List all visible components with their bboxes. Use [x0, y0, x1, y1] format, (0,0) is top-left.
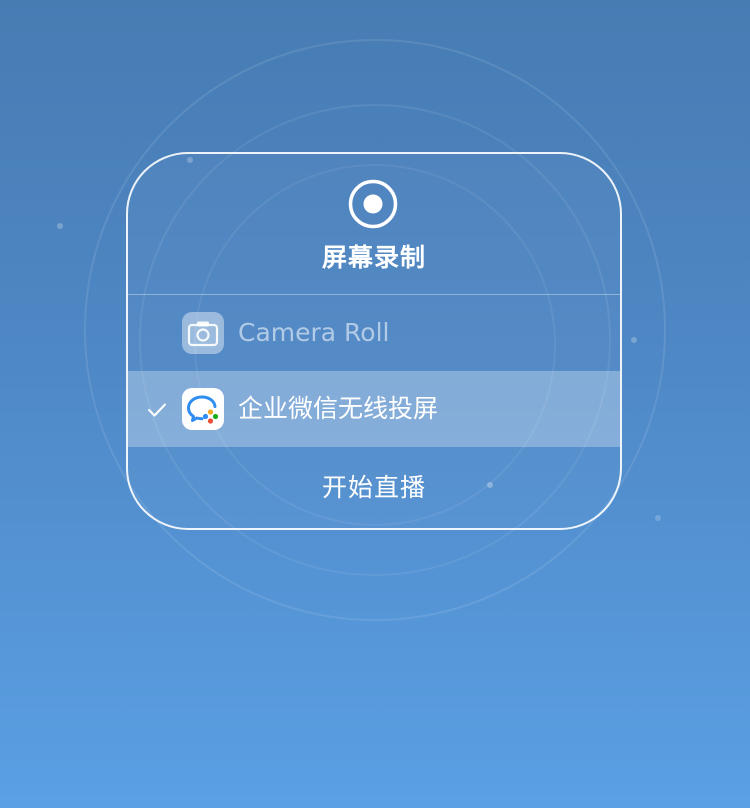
- wecom-app-icon: [182, 388, 224, 430]
- option-camera-roll[interactable]: Camera Roll: [128, 295, 620, 371]
- option-wecom-wireless-cast[interactable]: 企业微信无线投屏: [128, 371, 620, 447]
- camera-icon: [182, 312, 224, 354]
- start-broadcast-button[interactable]: 开始直播: [128, 444, 620, 528]
- option-label: Camera Roll: [238, 318, 390, 347]
- screen-recording-dialog: 屏幕录制 Camera Roll 企业微信无线投屏 开始直播: [126, 152, 622, 530]
- dialog-header: 屏幕录制: [128, 154, 620, 294]
- record-icon: [348, 179, 398, 229]
- option-label: 企业微信无线投屏: [238, 394, 439, 423]
- dialog-title: 屏幕录制: [321, 243, 426, 272]
- checkmark-icon: [148, 403, 166, 417]
